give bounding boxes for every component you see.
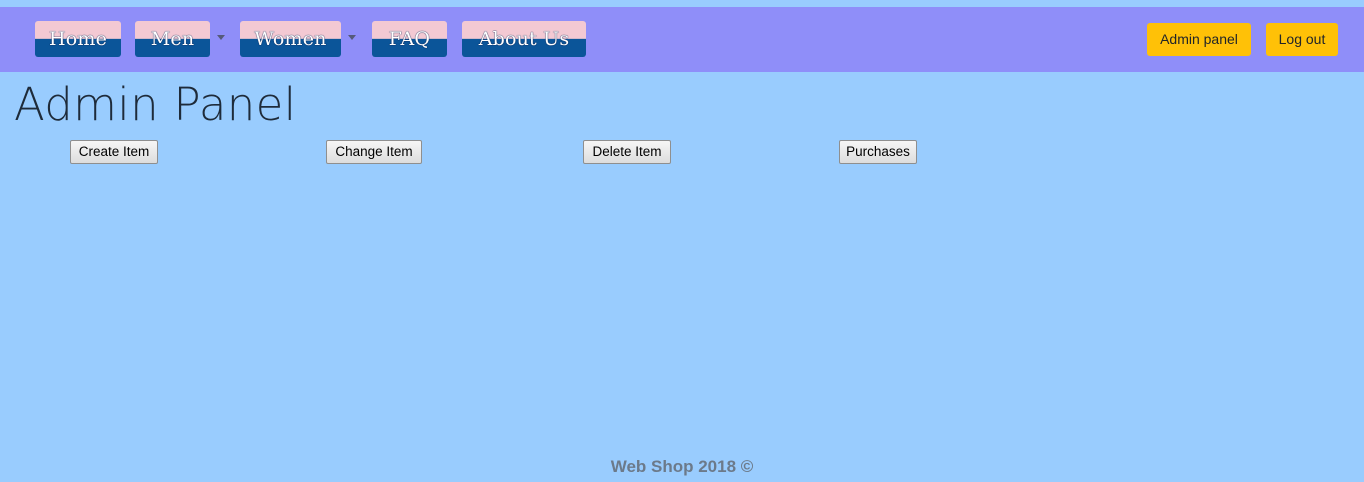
purchases-button[interactable]: Purchases <box>839 140 917 164</box>
admin-panel-button[interactable]: Admin panel <box>1147 23 1251 56</box>
nav-women-label: Women <box>254 28 327 50</box>
women-dropdown-caret-icon[interactable] <box>348 35 356 40</box>
page: Home Men Women FAQ About Us Admin panel … <box>0 0 1364 482</box>
nav-home-button[interactable]: Home <box>35 21 121 57</box>
nav-men-label: Men <box>150 28 195 50</box>
nav-about-us-label: About Us <box>478 28 570 50</box>
nav-about-us-button[interactable]: About Us <box>462 21 586 57</box>
nav-women-button[interactable]: Women <box>240 21 341 57</box>
footer-copyright: Web Shop 2018 © <box>610 457 754 476</box>
men-dropdown-caret-icon[interactable] <box>217 35 225 40</box>
nav-faq-button[interactable]: FAQ <box>372 21 447 57</box>
admin-panel-label: Admin panel <box>1160 31 1238 47</box>
logout-button[interactable]: Log out <box>1266 23 1338 56</box>
logout-label: Log out <box>1278 31 1326 47</box>
delete-item-button[interactable]: Delete Item <box>583 140 671 164</box>
create-item-button[interactable]: Create Item <box>70 140 158 164</box>
change-item-button[interactable]: Change Item <box>326 140 422 164</box>
nav-men-button[interactable]: Men <box>135 21 210 57</box>
nav-faq-label: FAQ <box>388 28 431 50</box>
nav-home-label: Home <box>48 28 108 50</box>
page-title: Admin Panel <box>14 78 297 131</box>
navbar: Home Men Women FAQ About Us Admin panel … <box>0 7 1364 72</box>
